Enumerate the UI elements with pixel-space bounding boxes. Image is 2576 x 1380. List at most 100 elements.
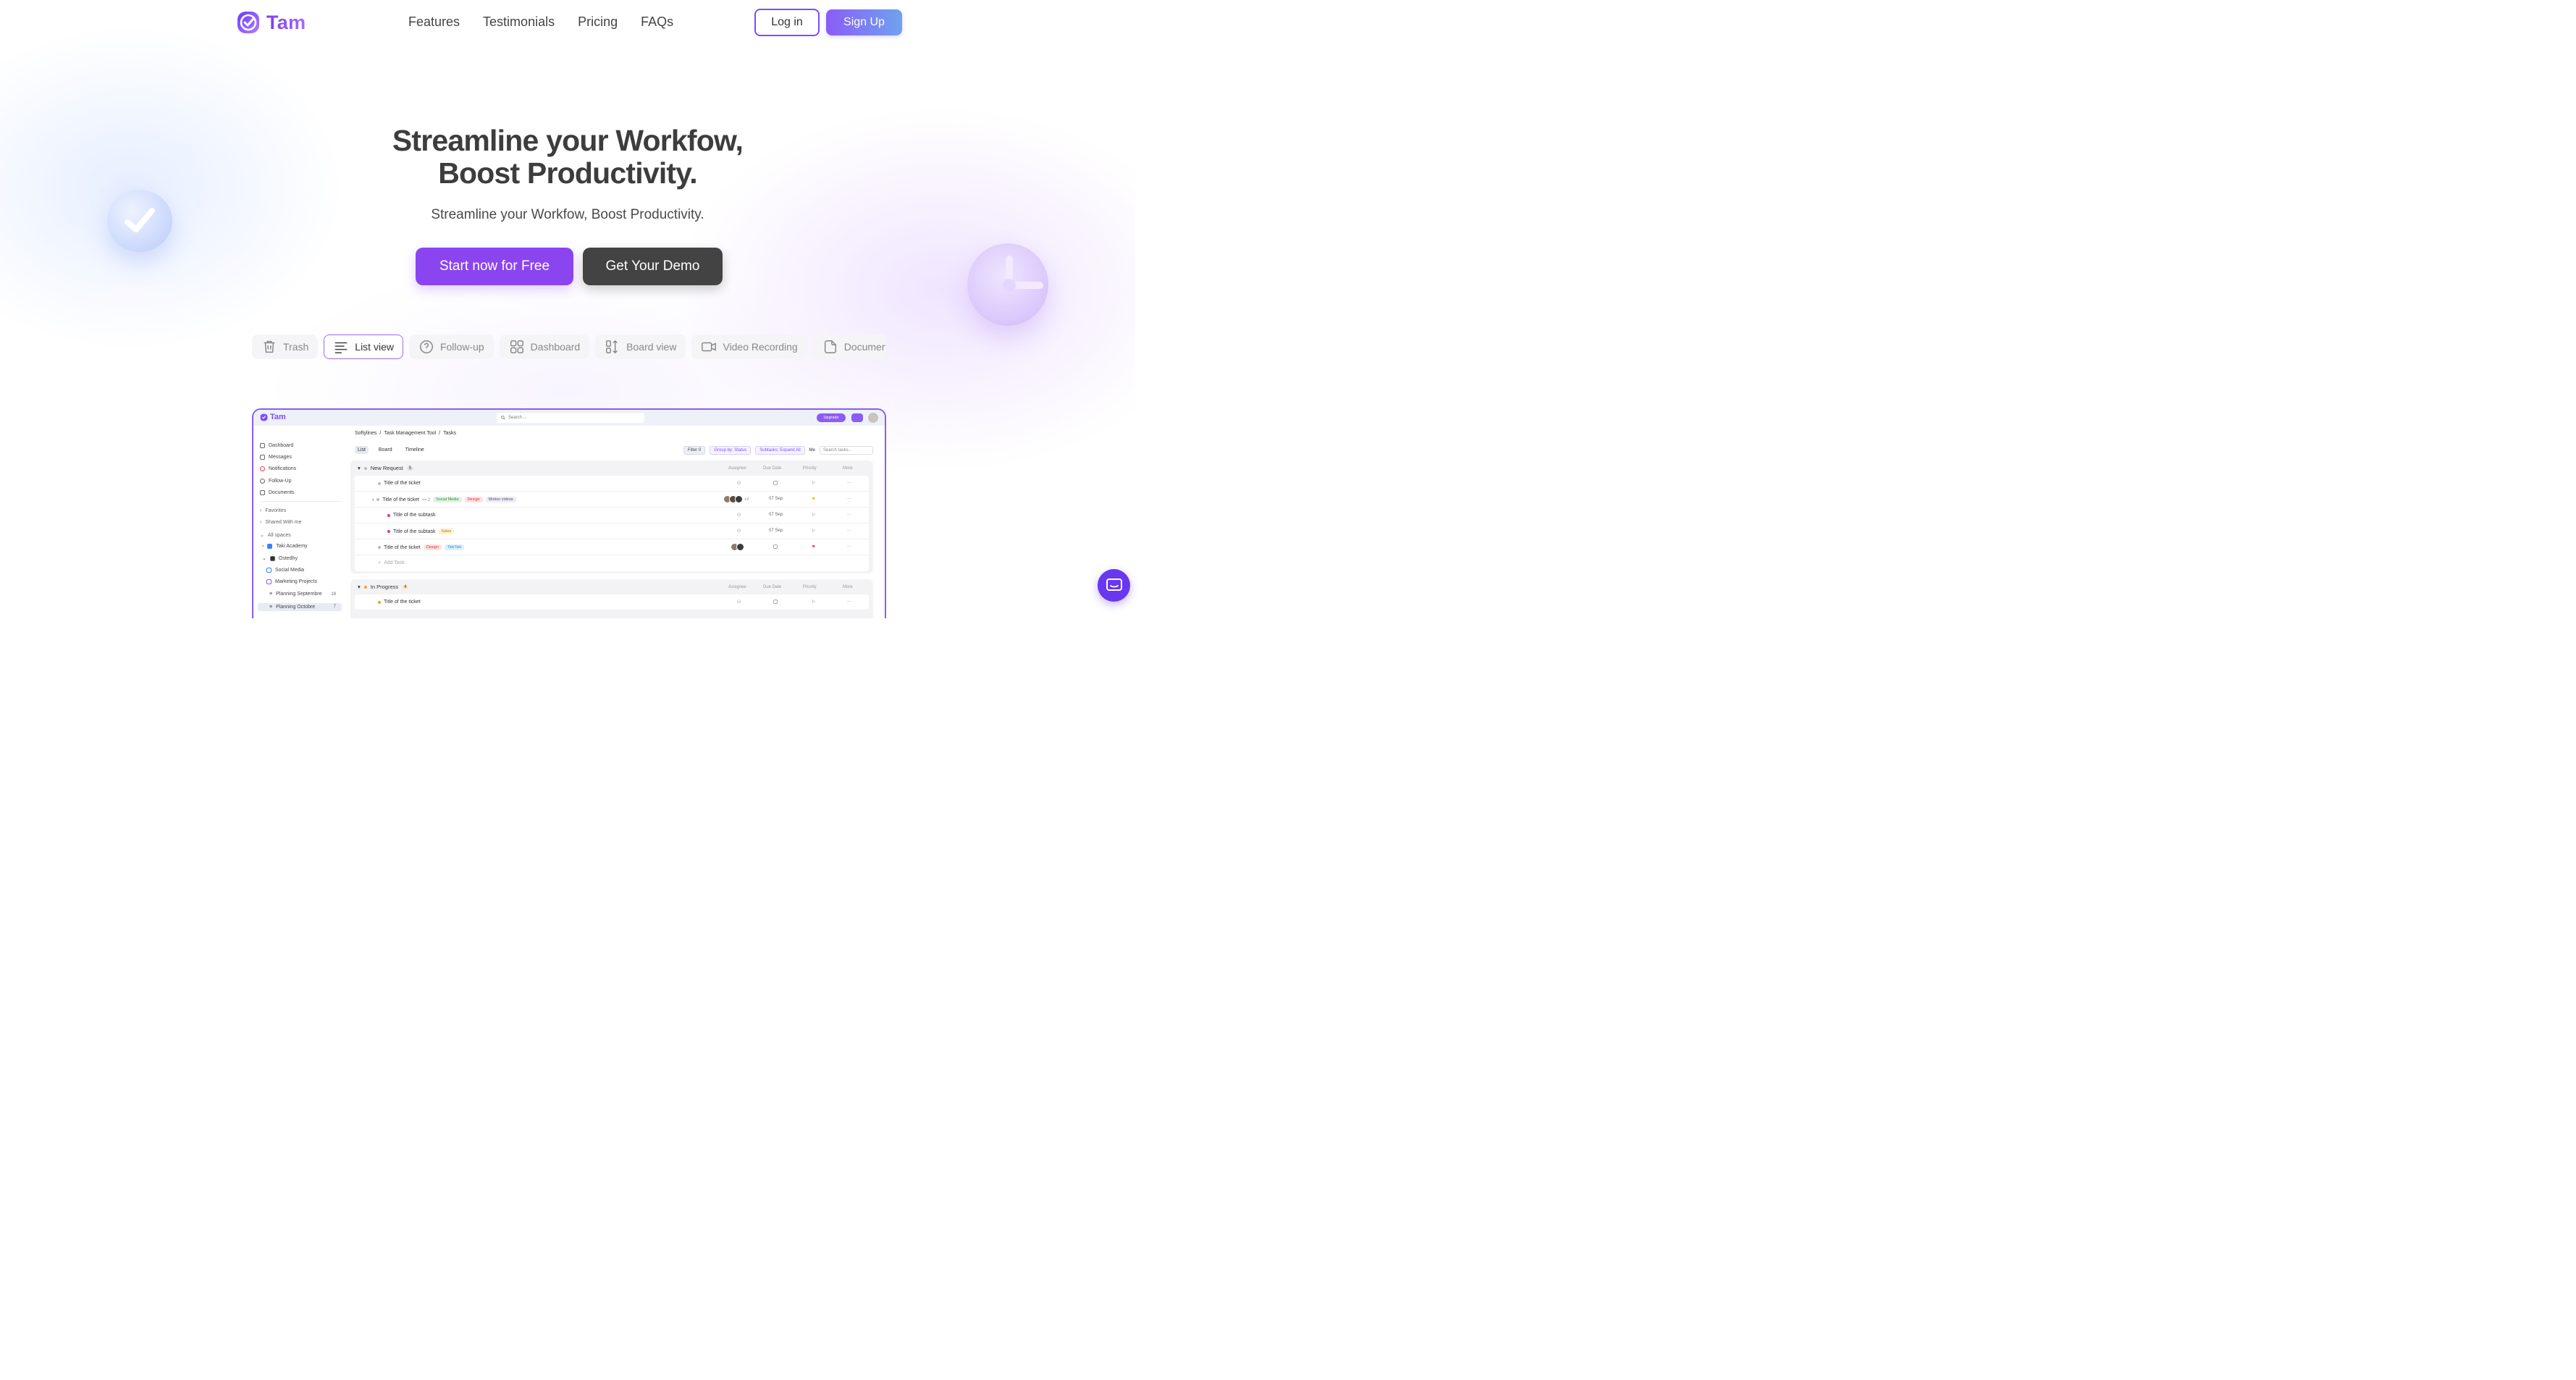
view-board[interactable]: Board xyxy=(376,446,395,454)
more-icon[interactable]: ··· xyxy=(847,599,851,604)
subtasks-button[interactable]: Subtasks: Expand All xyxy=(755,446,805,455)
flag-icon[interactable]: ⚐ xyxy=(812,481,815,486)
assignee-icon[interactable]: ⚇ xyxy=(737,513,741,518)
add-task-row[interactable]: + Add Task xyxy=(355,555,869,571)
sidebar-item-shared[interactable]: › Shared With me xyxy=(260,520,302,525)
assignee-icon[interactable]: ⚇ xyxy=(737,529,741,534)
login-button[interactable]: Log in xyxy=(754,9,820,36)
sidebar-item-notifications[interactable]: Notifications xyxy=(260,466,296,471)
status-dot xyxy=(376,498,380,501)
grid-icon xyxy=(510,340,523,353)
brand-logo[interactable]: Tam xyxy=(236,10,306,35)
sidebar-item-planning-septembre[interactable]: ≡ Planning Septembre xyxy=(269,592,322,597)
sidebar-item-planning-octobre[interactable]: ≡ Planning Octobre xyxy=(258,603,342,611)
calendar-icon[interactable] xyxy=(773,481,778,487)
task-rows: Title of the ticket ⚇ ⚐ ··· xyxy=(355,594,869,610)
breadcrumb-item[interactable]: Task Management Tool xyxy=(384,431,436,436)
tab-follow-up[interactable]: Follow-up xyxy=(408,335,494,359)
tag[interactable]: Sales xyxy=(438,529,455,534)
table-row[interactable]: Title of the subtask ⚇ 07 Sep ⚐ ··· xyxy=(355,508,869,523)
upgrade-button[interactable]: Upgrade xyxy=(817,413,846,422)
more-icon[interactable]: ··· xyxy=(847,513,851,517)
column-priority: Priority xyxy=(803,585,817,589)
me-filter[interactable]: Me xyxy=(809,448,815,453)
filter-button[interactable]: Filter 0 xyxy=(683,446,706,455)
sidebar-item-all-spaces[interactable]: ⌄ All spaces xyxy=(260,532,291,539)
tab-trash[interactable]: Trash xyxy=(252,335,319,359)
breadcrumb-item[interactable]: Softylines xyxy=(355,431,376,436)
sidebar-item-taki-academy[interactable]: › Taki Academy xyxy=(262,544,308,549)
breadcrumb-item[interactable]: Tasks xyxy=(443,431,456,436)
sidebar-item-follow-up[interactable]: Follow-Up xyxy=(260,479,292,484)
sidebar-item-dashboard[interactable]: Dashboard xyxy=(260,443,293,448)
sidebar-item-marketing-projects[interactable]: Marketing Projects xyxy=(266,579,317,584)
app-sidebar: Dashboard Messages Notifications Follow-… xyxy=(253,426,343,618)
tab-dashboard[interactable]: Dashboard xyxy=(499,335,590,359)
search-tasks-input[interactable]: Search tasks... xyxy=(820,446,873,455)
table-row[interactable]: Title of the ticket Design TakiTaki ⚑ ··… xyxy=(355,539,869,555)
task-title[interactable]: Title of the ticket xyxy=(384,481,421,486)
sidebar-item-ostedhy[interactable]: ⌄ Ostedhy xyxy=(262,555,298,561)
nav-link-features[interactable]: Features xyxy=(408,14,460,30)
more-icon[interactable]: ··· xyxy=(847,497,851,501)
sidebar-item-social-media[interactable]: Social Media xyxy=(266,568,304,573)
more-icon[interactable]: ··· xyxy=(847,481,851,485)
due-date[interactable]: 07 Sep xyxy=(769,513,783,517)
app-search-input[interactable]: Search ... xyxy=(497,413,644,423)
add-task-label: Add Task xyxy=(384,560,405,565)
group-by-button[interactable]: Group by: Status xyxy=(710,446,752,455)
assignee-icon[interactable]: ⚇ xyxy=(737,599,741,605)
tab-board-view[interactable]: Board view xyxy=(595,335,686,359)
view-timeline[interactable]: Timeline xyxy=(403,446,427,454)
nav-link-faqs[interactable]: FAQs xyxy=(641,14,673,30)
signup-button[interactable]: Sign Up xyxy=(826,9,902,35)
table-row[interactable]: Title of the ticket ⚇ ⚐ ··· xyxy=(355,594,869,610)
table-row[interactable]: Title of the ticket ⚇ ⚐ ··· xyxy=(355,476,869,492)
assignee-avatars[interactable] xyxy=(731,543,744,551)
due-date[interactable]: 07 Sep xyxy=(769,497,783,501)
calendar-icon[interactable] xyxy=(773,599,778,605)
task-title[interactable]: Title of the subtask xyxy=(393,529,436,534)
flag-icon[interactable]: ⚐ xyxy=(812,599,815,605)
sidebar-item-favorites[interactable]: › Favorites xyxy=(260,508,286,513)
tab-video-recording[interactable]: Video Recording xyxy=(691,335,807,359)
start-free-button[interactable]: Start now for Free xyxy=(416,248,573,285)
question-icon xyxy=(419,340,433,353)
tab-list-view[interactable]: List view xyxy=(324,335,403,359)
table-row[interactable]: › Title of the ticket ⊶ 2 Social Media De… xyxy=(355,492,869,508)
task-title[interactable]: Title of the ticket xyxy=(384,545,421,550)
view-list[interactable]: List xyxy=(355,446,369,454)
flag-icon[interactable]: ⚐ xyxy=(812,513,815,518)
flag-icon[interactable]: ⚐ xyxy=(812,529,815,534)
due-date[interactable]: 07 Sep xyxy=(769,529,783,533)
tag[interactable]: Social Media xyxy=(433,497,462,502)
sidebar-item-documents[interactable]: Documents xyxy=(260,490,294,495)
tab-document[interactable]: Document xyxy=(812,335,885,359)
task-title[interactable]: Title of the subtask xyxy=(393,513,436,518)
status-dot xyxy=(387,530,390,533)
link-icon[interactable] xyxy=(851,413,863,422)
chat-widget-button[interactable] xyxy=(1098,569,1130,602)
sidebar-item-messages[interactable]: Messages xyxy=(260,455,292,460)
nav-link-pricing[interactable]: Pricing xyxy=(578,14,618,30)
tag[interactable]: Motion videos xyxy=(485,497,516,502)
tag[interactable]: Design xyxy=(423,544,442,550)
flag-icon[interactable]: ⚑ xyxy=(812,497,815,502)
more-icon[interactable]: ··· xyxy=(847,544,851,549)
task-title[interactable]: Title of the ticket xyxy=(382,497,419,502)
assignee-icon[interactable]: ⚇ xyxy=(737,481,741,486)
assignee-avatars[interactable]: +2 xyxy=(723,495,749,503)
get-demo-button[interactable]: Get Your Demo xyxy=(583,248,723,285)
group-header[interactable]: ▾ New Request 5 xyxy=(358,465,414,471)
table-row[interactable]: Title of the subtask Sales ⚇ 07 Sep ⚐ ··… xyxy=(355,523,869,539)
group-header[interactable]: ▾ In Progress 4 xyxy=(358,584,409,590)
more-icon[interactable]: ··· xyxy=(847,529,851,533)
tag[interactable]: TakiTaki xyxy=(444,544,465,550)
tag[interactable]: Design xyxy=(464,497,483,502)
calendar-icon[interactable] xyxy=(773,544,778,550)
avatar[interactable] xyxy=(868,413,878,423)
trash-icon xyxy=(264,340,275,353)
task-title[interactable]: Title of the ticket xyxy=(384,599,421,605)
nav-link-testimonials[interactable]: Testimonials xyxy=(483,14,555,30)
flag-icon[interactable]: ⚑ xyxy=(812,544,815,550)
